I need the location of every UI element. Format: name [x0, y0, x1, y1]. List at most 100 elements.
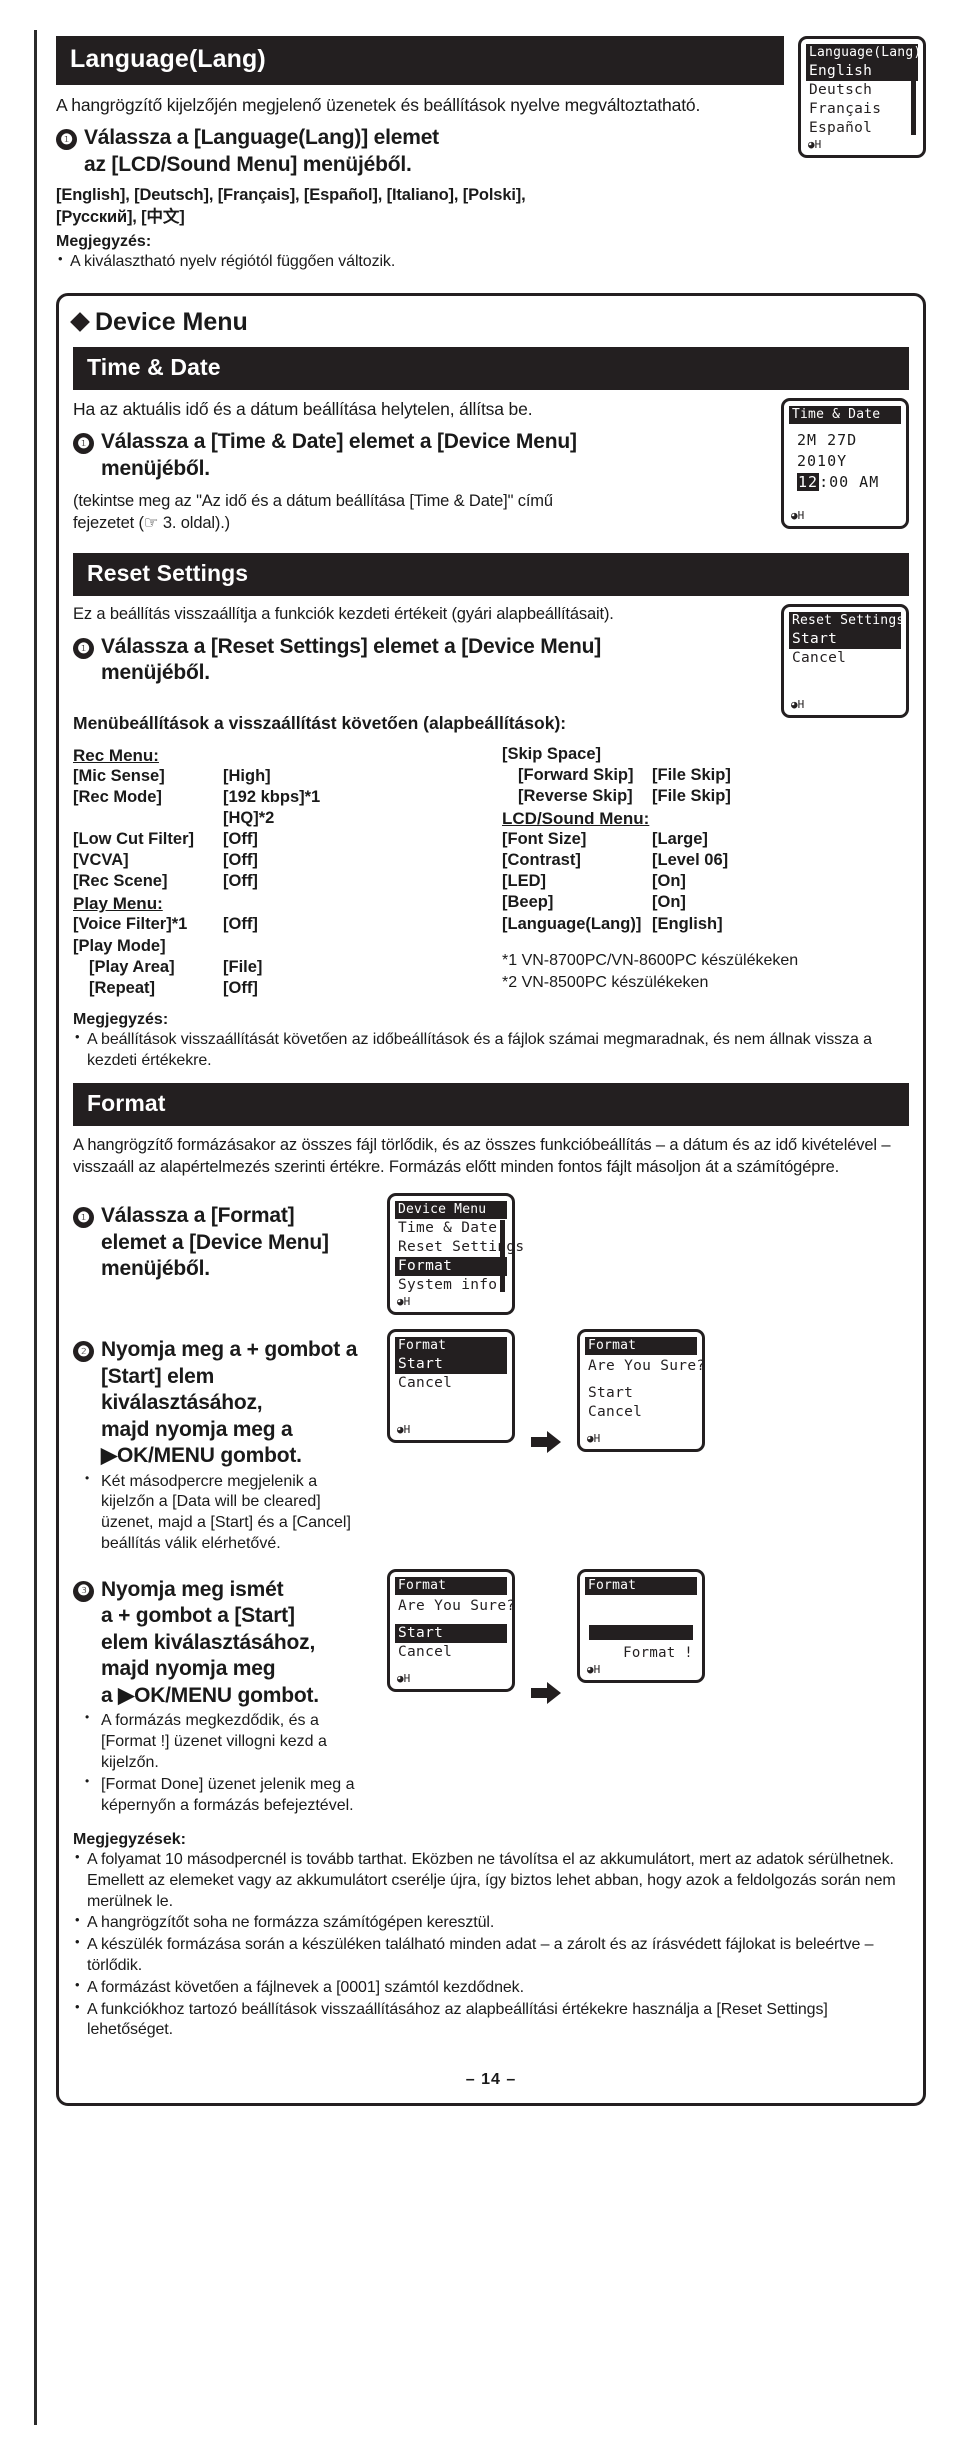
setting-key: [Voice Filter]*1 — [73, 915, 188, 934]
language-options: [English], [Deutsch], [Français], [Españ… — [56, 185, 784, 229]
step-number-icon: ❶ — [73, 433, 94, 455]
lcd-message: Are You Sure? — [398, 1597, 516, 1614]
lcd-list-item[interactable]: System info. — [395, 1276, 507, 1295]
lcd-time-hours-highlighted[interactable]: 12 — [797, 472, 820, 491]
format-step-1-text: ❶ Válassza a [Format] elemet a [Device M… — [73, 1193, 373, 1282]
setting-value — [223, 936, 480, 957]
step-number-icon: ❷ — [73, 1341, 94, 1363]
lcd-list-item[interactable]: Start — [585, 1384, 697, 1403]
format-step-1-lines: Válassza a [Format] elemet a [Device Men… — [101, 1203, 329, 1282]
format-step-2-block: ❷ Nyomja meg a + gombot a [Start] elem k… — [73, 1329, 909, 1554]
lcd-list-item[interactable]: Reset Settings — [395, 1238, 524, 1257]
scrollbar[interactable] — [911, 63, 916, 135]
table-row: [Play Area] [File] — [73, 957, 480, 978]
lcd-title: Language(Lang) — [806, 44, 918, 62]
lcd-message: Are You Sure? — [588, 1358, 706, 1375]
group-label: Rec Menu: — [73, 745, 159, 765]
reset-note-heading: Megjegyzés: — [73, 1010, 169, 1028]
time-date-intro: Ha az aktuális idő és a dátum beállítása… — [73, 398, 533, 419]
reset-note-list: A beállítások visszaállítását követően a… — [73, 1029, 909, 1072]
setting-value: [Level 06] — [652, 851, 729, 870]
step-number-icon: ❶ — [73, 637, 94, 659]
footnote-2: *2 VN-8500PC készülékeken — [502, 974, 709, 992]
lcd-list-item[interactable]: Cancel — [395, 1643, 507, 1662]
setting-key: [Skip Space] — [502, 744, 602, 763]
setting-key: [Mic Sense] — [73, 766, 165, 785]
lcd-screen-device-menu: Device Menu Time & Date Reset Settings F… — [387, 1193, 524, 1316]
arrow-right-icon — [529, 1681, 563, 1704]
language-step-1-line1: Válassza a [Language(Lang)] elemet — [84, 126, 439, 150]
setting-value: [192 kbps]*1 — [223, 787, 321, 806]
lcd-list: Start Cancel — [395, 1355, 507, 1393]
time-date-step-1-line2: menüjéből. — [101, 456, 210, 480]
lcd-screen-format-confirm: Format Are You Sure? Start Cancel ◕H — [577, 1329, 706, 1453]
setting-value: [Off] — [223, 872, 258, 891]
group-label: LCD/Sound Menu: — [502, 809, 650, 829]
lcd-title: Format — [395, 1337, 507, 1356]
format-intro-line1: A hangrögzítő formázásakor az összes fáj… — [73, 1136, 772, 1155]
table-row: [Forward Skip] [File Skip] — [502, 765, 909, 786]
language-note-heading: Megjegyzés: — [56, 233, 152, 251]
format-step-1-line1: Válassza a [Format] — [101, 1204, 295, 1228]
format-notes-list: A folyamat 10 másodpercnél is tovább tar… — [73, 1849, 909, 2042]
lcd-list-item-selected[interactable]: Format — [395, 1257, 507, 1277]
setting-key: [Reverse Skip] — [518, 786, 633, 805]
format-step-3-line1: Nyomja meg ismét — [101, 1577, 284, 1601]
lcd-title: Device Menu — [395, 1201, 507, 1220]
lcd-mic-indicator: ◕H — [397, 1671, 411, 1685]
lcd-screen-format-start: Format Start Cancel ◕H — [387, 1329, 515, 1444]
lcd-list-item[interactable]: Deutsch — [806, 81, 918, 100]
format-step-2-sub: Két másodpercre megjelenik a kijelzőn a … — [73, 1471, 373, 1555]
reset-settings-text: Ez a beállítás visszaállítja a funkciók … — [73, 604, 767, 734]
list-item: A hangrögzítőt soha ne formázza számítóg… — [73, 1912, 909, 1934]
lcd-list-item-selected[interactable]: English — [806, 62, 918, 81]
lcd-list-item-selected[interactable]: Start — [789, 629, 901, 649]
lcd-title: Format — [585, 1337, 697, 1356]
lcd-progress-label: Format ! — [623, 1644, 693, 1661]
default-settings-table: Rec Menu: [Mic Sense] [High] [Rec Mode] [1… — [73, 744, 909, 999]
lcd-list-item[interactable]: Time & Date — [395, 1219, 507, 1238]
lcd-title: Reset Settings — [789, 611, 901, 630]
setting-value: [File Skip] — [652, 786, 731, 805]
table-row: [LED] [On] — [502, 871, 909, 892]
reset-settings-lcd-art: Reset Settings Start Cancel ◕H — [781, 603, 909, 718]
setting-key: [Low Cut Filter] — [73, 830, 194, 849]
format-step-3-lcd-a: Format Are You Sure? Start Cancel ◕H — [387, 1568, 516, 1692]
table-row: [Contrast] [Level 06] — [502, 850, 909, 871]
format-step-3-text: ❸ Nyomja meg ismét a + gombot a [Start] … — [73, 1569, 373, 1817]
time-date-ref-line2: fejezetet (☞ 3. oldal).) — [73, 513, 231, 532]
format-step-3-line2: a + gombot a [Start] — [101, 1604, 295, 1628]
reset-settings-intro: Ez a beállítás visszaállítja a funkciók … — [73, 604, 614, 623]
table-row: [Repeat] [Off] — [73, 978, 480, 999]
device-menu-title: Device Menu — [70, 308, 909, 337]
format-notes-heading: Megjegyzések: — [73, 1831, 186, 1848]
lcd-screen-format-are-you-sure: Format Are You Sure? Start Cancel ◕H — [387, 1568, 516, 1692]
lcd-list-item[interactable]: Français — [806, 100, 918, 119]
list-item: A készülék formázása során a készüléken … — [73, 1934, 909, 1977]
lcd-screen-reset-settings: Reset Settings Start Cancel ◕H — [781, 603, 909, 718]
lcd-list-item[interactable]: Cancel — [789, 649, 901, 668]
arrow-right-icon — [529, 1431, 563, 1454]
format-step-3-lines: Nyomja meg ismét a + gombot a [Start] el… — [101, 1577, 319, 1709]
lcd-list-item[interactable]: Español — [806, 119, 918, 138]
lcd-list: Start Cancel — [395, 1623, 507, 1662]
lcd-list: Time & Date Reset Settings Format System… — [395, 1219, 524, 1295]
list-item: A funkciókhoz tartozó beállítások vissza… — [73, 1999, 909, 2042]
time-date-heading: Time & Date — [73, 346, 909, 390]
time-date-ref-line1: (tekintse meg az "Az idő és a dátum beál… — [73, 492, 553, 511]
lcd-list-item[interactable]: Cancel — [395, 1374, 507, 1393]
format-step-2-lcd-b: Format Are You Sure? Start Cancel ◕H — [577, 1329, 706, 1453]
language-options-line2: [Русский], [中文] — [56, 208, 185, 227]
scrollbar[interactable] — [500, 1220, 505, 1293]
setting-key: [LED] — [502, 872, 546, 891]
lcd-list-item-selected[interactable]: Start — [395, 1623, 507, 1643]
language-section-heading: Language(Lang) — [56, 36, 784, 85]
lcd-list-item-selected[interactable]: Start — [395, 1355, 507, 1375]
page-content-column: Language(Lang) A hangrögzítő kijelzőjén … — [34, 36, 926, 2107]
time-date-step-1: ❶ Válassza a [Time & Date] elemet a [Dev… — [73, 429, 767, 482]
list-item: A beállítások visszaállítását követően a… — [73, 1029, 909, 1072]
lcd-list-item[interactable]: Cancel — [585, 1403, 697, 1422]
lcd-list: Start Cancel — [789, 629, 901, 668]
format-heading: Format — [73, 1083, 909, 1127]
setting-value: [Large] — [652, 830, 708, 849]
